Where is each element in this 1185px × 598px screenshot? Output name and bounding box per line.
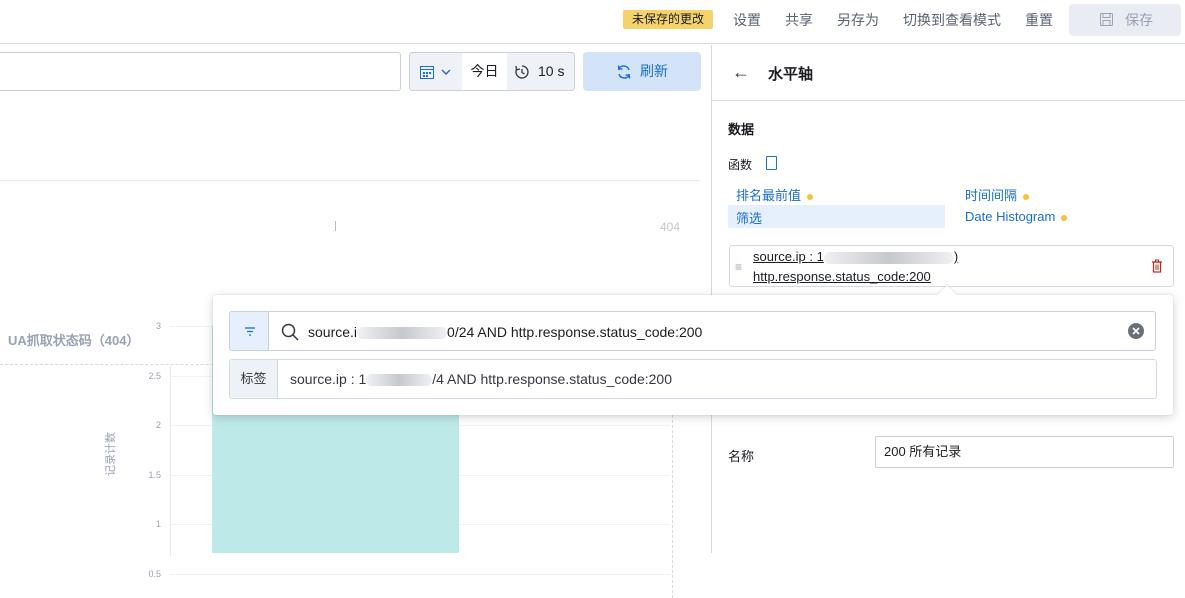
status-dot xyxy=(1023,193,1030,200)
search-icon xyxy=(281,323,299,341)
chevron-down-icon xyxy=(441,69,451,75)
section-data-heading: 数据 xyxy=(728,122,755,137)
panel-title: 水平轴 xyxy=(768,66,814,83)
calendar-icon xyxy=(420,66,434,79)
filter-query-text: source.i 0/24 AND http.response.status_co… xyxy=(308,324,703,340)
date-picker[interactable]: 今日 10 s xyxy=(409,52,575,91)
save-as-link[interactable]: 另存为 xyxy=(837,11,879,29)
refresh-button[interactable]: 刷新 xyxy=(583,52,701,91)
chart-y-axis xyxy=(170,366,171,556)
function-label: 筛选 xyxy=(736,211,763,226)
filter-item[interactable]: ≡ source.ip : 1) http.response.status_co… xyxy=(729,245,1174,287)
top-nav-bar: 未保存的更改 设置 共享 另存为 切换到查看模式 重置 保存 xyxy=(0,0,1185,44)
status-dot xyxy=(1061,214,1068,221)
save-button[interactable]: 保存 xyxy=(1069,4,1181,36)
filter-query-input[interactable]: source.i 0/24 AND http.response.status_co… xyxy=(268,311,1156,351)
panel-header-divider xyxy=(712,100,1185,101)
clear-input-icon[interactable] xyxy=(1128,323,1144,339)
top-chart-tick xyxy=(335,221,336,231)
share-link[interactable]: 共享 xyxy=(785,11,813,29)
tag-prepend-label: 标签 xyxy=(230,360,278,398)
date-range-today[interactable]: 今日 xyxy=(462,53,507,90)
function-date-histogram[interactable]: Date Histogram xyxy=(965,209,1068,224)
switch-view-mode-link[interactable]: 切换到查看模式 xyxy=(903,11,1001,29)
chart-title: UA抓取状态码（404） xyxy=(8,333,140,348)
functions-label: 函数 xyxy=(728,158,753,172)
function-label: Date Histogram xyxy=(965,209,1056,224)
function-label: 排名最前值 xyxy=(736,188,802,203)
name-input[interactable]: 200 所有记录 xyxy=(875,436,1174,468)
status-dot xyxy=(807,193,814,200)
refresh-interval[interactable]: 10 s xyxy=(507,53,574,90)
refresh-button-label: 刷新 xyxy=(640,63,668,79)
date-quick-menu-button[interactable] xyxy=(410,53,462,90)
trash-icon[interactable] xyxy=(1151,259,1163,273)
chart-y-tick-label: 3 xyxy=(155,321,161,331)
query-input[interactable] xyxy=(0,52,401,91)
refresh-interval-value: 10 s xyxy=(538,63,565,79)
filter-label-input[interactable]: 标签 source.ip : 1/4 AND http.response.sta… xyxy=(229,359,1157,399)
name-label: 名称 xyxy=(728,449,755,464)
documentation-icon[interactable] xyxy=(766,156,777,170)
chart-y-tick-label: 0.5 xyxy=(148,568,161,579)
save-icon xyxy=(1100,13,1113,26)
auto-refresh-icon xyxy=(515,65,529,79)
filter-label-text: source.ip : 1/4 AND http.response.status… xyxy=(290,371,672,387)
chart-gridline xyxy=(170,573,670,575)
unsaved-changes-badge: 未保存的更改 xyxy=(623,10,714,29)
filter-query-line-2: http.response.status_code:200 xyxy=(753,269,931,284)
drag-handle-icon[interactable]: ≡ xyxy=(735,260,742,274)
reset-link[interactable]: 重置 xyxy=(1025,11,1053,29)
function-filters[interactable]: 筛选 xyxy=(736,208,762,227)
chart-y-tick-label: 1.5 xyxy=(148,469,161,480)
panel-divider xyxy=(0,180,700,181)
chart-y-tick-label: 2 xyxy=(155,420,161,430)
top-chart-tick-label: 404 xyxy=(660,220,681,234)
chart-y-tick-label: 1 xyxy=(155,519,161,529)
chart-y-tick-label: 2.5 xyxy=(148,370,161,381)
function-interval[interactable]: 时间间隔 xyxy=(965,185,1030,204)
filter-icon xyxy=(245,327,255,336)
function-label: 时间间隔 xyxy=(965,188,1018,203)
refresh-icon xyxy=(617,65,631,79)
function-top-values[interactable]: 排名最前值 xyxy=(736,185,814,204)
query-language-button[interactable] xyxy=(229,311,269,351)
settings-link[interactable]: 设置 xyxy=(733,11,761,29)
filter-edit-popover: source.i 0/24 AND http.response.status_co… xyxy=(213,285,1173,415)
save-button-label: 保存 xyxy=(1125,12,1153,28)
filter-query-line-1: source.ip : 1) xyxy=(753,249,959,264)
arrow-left-icon[interactable]: ← xyxy=(732,62,750,83)
chart-y-axis-label: 记录计数 xyxy=(105,432,117,476)
